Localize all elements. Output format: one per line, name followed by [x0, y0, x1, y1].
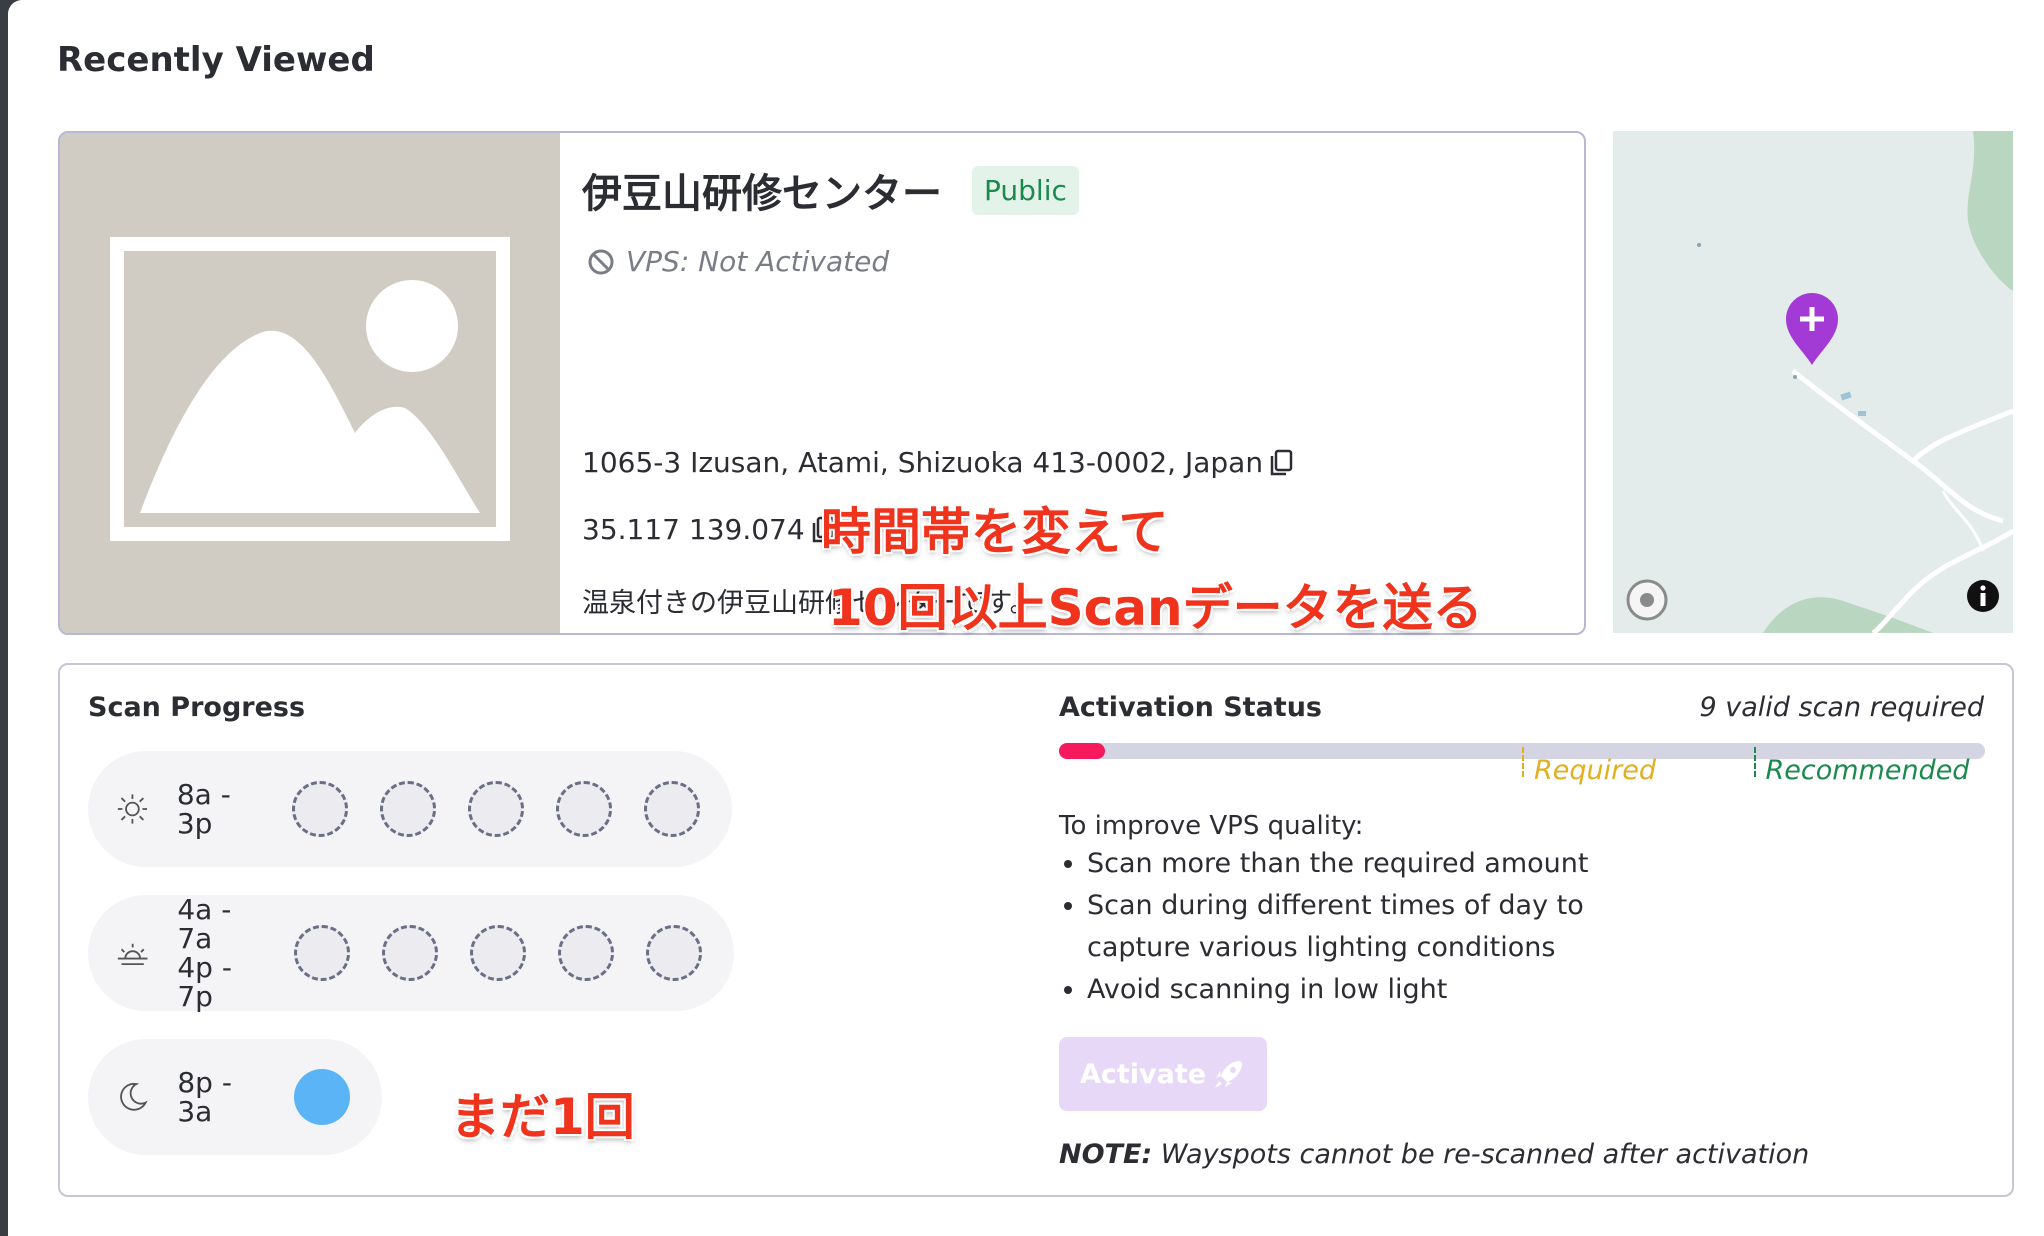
- scan-slot-circles: [294, 925, 734, 981]
- scan-activation-card: Scan Progress 8a - 3p 4a - 7a 4p - 7p 8p…: [58, 663, 2014, 1197]
- tips-list: Scan more than the required amount Scan …: [1059, 843, 1607, 1011]
- vps-status: VPS: Not Activated: [586, 245, 889, 278]
- prohibited-icon: [588, 249, 614, 274]
- time-slot-label-morning: 4a - 7a: [177, 893, 232, 955]
- scan-slot-empty: [644, 781, 700, 837]
- activate-label: Activate: [1079, 1058, 1207, 1090]
- scan-slot-empty: [292, 781, 348, 837]
- rocket-icon: [1215, 1061, 1243, 1088]
- copy-address-icon[interactable]: [1267, 448, 1295, 478]
- scan-slot-circles: [292, 781, 732, 837]
- visibility-badge: Public: [972, 165, 1079, 215]
- wayspot-name: 伊豆山研修センター: [582, 171, 942, 217]
- scan-progress-title: Scan Progress: [88, 692, 306, 723]
- activate-button[interactable]: Activate: [1059, 1037, 1267, 1111]
- recommended-marker: [1753, 747, 1756, 777]
- map-view[interactable]: [1613, 131, 2013, 633]
- required-marker: [1522, 747, 1524, 777]
- required-label: Required: [1534, 755, 1656, 786]
- scan-slot-empty: [380, 781, 436, 837]
- tip-item: Scan during different times of day to ca…: [1087, 885, 1607, 969]
- annotation-scan-count: まだ1回: [450, 1088, 635, 1146]
- scan-slot-empty: [468, 781, 524, 837]
- scan-slot-circles: [294, 1069, 382, 1125]
- sun-icon: [117, 794, 148, 824]
- scan-slot-empty: [294, 925, 350, 981]
- activation-status-title: Activation Status: [1059, 692, 1322, 723]
- scan-requirement-text: 9 valid scan required: [1699, 692, 1984, 723]
- scan-slot-empty: [556, 781, 612, 837]
- image-placeholder-icon: [110, 237, 510, 541]
- map-compass-icon[interactable]: [1625, 578, 1669, 622]
- time-slot-night: 8p - 3a: [88, 1039, 382, 1155]
- scan-slot-empty: [558, 925, 614, 981]
- image-placeholder: [60, 133, 560, 633]
- recommended-label: Recommended: [1765, 755, 1970, 786]
- section-title: Recently Viewed: [57, 40, 375, 80]
- note-label: NOTE:: [1059, 1139, 1153, 1170]
- time-slot-label-evening: 4p - 7p: [177, 951, 232, 1013]
- tip-item: Scan more than the required amount: [1087, 843, 1607, 885]
- tips-title: To improve VPS quality:: [1059, 811, 1364, 841]
- map-graphic: [1697, 131, 2013, 633]
- activation-progress-fill: [1059, 743, 1106, 759]
- annotation-line2: 10回以上Scanデータを送る: [828, 579, 1483, 637]
- time-slot-label: 8a - 3p: [176, 778, 231, 840]
- time-slot-daytime: 8a - 3p: [88, 751, 732, 867]
- scan-slot-empty: [646, 925, 702, 981]
- scan-slot-empty: [382, 925, 438, 981]
- map-info-icon[interactable]: [1965, 578, 2001, 614]
- tip-item: Avoid scanning in low light: [1087, 969, 1607, 1011]
- note-text: Wayspots cannot be re-scanned after acti…: [1152, 1139, 1810, 1170]
- moon-icon: [120, 1082, 148, 1111]
- recently-viewed-panel: Recently Viewed 伊豆山研修センター Public VPS: No…: [8, 0, 2044, 1236]
- coordinates-text: 35.117 139.074: [582, 513, 805, 546]
- location-pin-icon[interactable]: [1784, 291, 1840, 367]
- annotation-line1: 時間帯を変えて: [821, 503, 1169, 561]
- scan-slot-empty: [470, 925, 526, 981]
- scan-slot-completed: [294, 1069, 350, 1125]
- vps-status-text: VPS: Not Activated: [626, 245, 890, 278]
- address-text: 1065-3 Izusan, Atami, Shizuoka 413-0002,…: [582, 446, 1264, 479]
- time-slot-label: 8p - 3a: [177, 1066, 232, 1128]
- sunrise-icon: [117, 943, 148, 966]
- time-slot-twilight: 4a - 7a 4p - 7p: [88, 895, 734, 1011]
- activation-note: NOTE: Wayspots cannot be re-scanned afte…: [1059, 1139, 1809, 1170]
